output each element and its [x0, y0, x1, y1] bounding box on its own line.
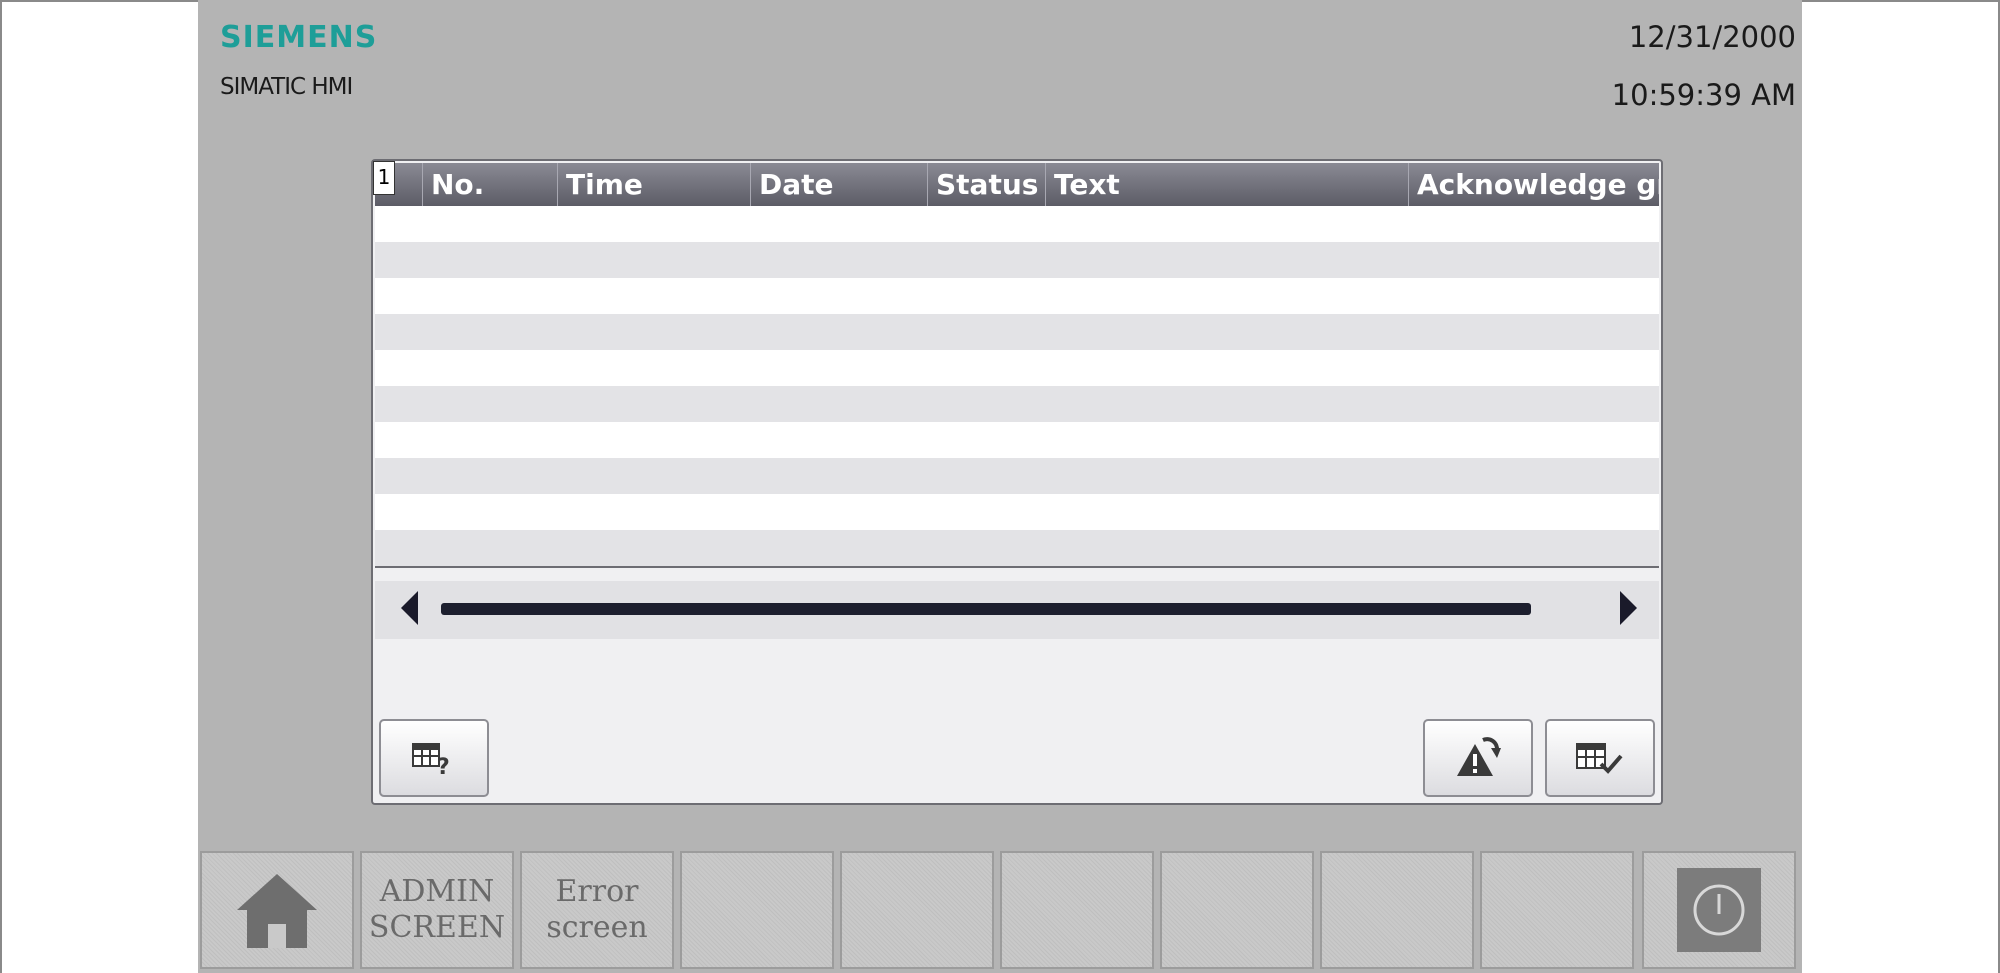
admin-screen-button[interactable]: ADMIN SCREEN	[360, 851, 514, 969]
scroll-left-arrow-icon[interactable]	[401, 591, 418, 625]
function-key-4[interactable]	[680, 851, 834, 969]
alarm-table-body[interactable]	[375, 206, 1659, 568]
info-text-button[interactable]: ?	[379, 719, 489, 797]
alarm-view[interactable]: 1 No. Time Date Status Text Acknowledge …	[371, 159, 1663, 805]
admin-screen-label: ADMIN SCREEN	[368, 874, 506, 945]
hmi-screen: SIEMENS SIMATIC HMI 12/31/2000 10:59:39 …	[198, 0, 1802, 973]
table-row[interactable]	[375, 422, 1659, 458]
table-row[interactable]	[375, 386, 1659, 422]
column-header-acknowledge-group[interactable]: Acknowledge gr	[1409, 163, 1659, 206]
home-icon	[237, 874, 317, 948]
siemens-logo: SIEMENS	[220, 20, 378, 55]
table-row[interactable]	[375, 278, 1659, 314]
function-key-9[interactable]	[1480, 851, 1634, 969]
view-index-badge: 1	[373, 161, 395, 195]
column-header-text[interactable]: Text	[1046, 163, 1409, 206]
function-key-6[interactable]	[1000, 851, 1154, 969]
function-key-bar: ADMIN SCREEN Error screen	[198, 848, 1802, 973]
table-question-icon: ?	[412, 743, 450, 778]
function-key-8[interactable]	[1320, 851, 1474, 969]
function-key-5[interactable]	[840, 851, 994, 969]
power-icon-box	[1677, 868, 1761, 952]
frame-border-left	[0, 0, 2, 973]
svg-text:?: ?	[437, 755, 450, 778]
product-name: SIMATIC HMI	[220, 74, 353, 100]
table-row[interactable]	[375, 494, 1659, 530]
table-row[interactable]	[375, 530, 1659, 566]
error-screen-label: Error screen	[546, 874, 648, 945]
alarm-table-header: No. Time Date Status Text Acknowledge gr	[375, 163, 1659, 206]
home-button[interactable]	[200, 851, 354, 969]
scroll-right-arrow-icon[interactable]	[1620, 591, 1637, 625]
column-header-date[interactable]: Date	[751, 163, 928, 206]
table-row[interactable]	[375, 350, 1659, 386]
scroll-thumb[interactable]	[441, 603, 1531, 615]
system-date: 12/31/2000	[1628, 20, 1796, 54]
system-time: 10:59:39 AM	[1611, 78, 1796, 112]
table-row[interactable]	[375, 314, 1659, 350]
table-row[interactable]	[375, 458, 1659, 494]
function-key-7[interactable]	[1160, 851, 1314, 969]
table-row[interactable]	[375, 242, 1659, 278]
warning-acknowledge-icon	[1457, 737, 1501, 776]
table-row[interactable]	[375, 206, 1659, 242]
loop-in-alarm-button[interactable]	[1545, 719, 1655, 797]
error-screen-button[interactable]: Error screen	[520, 851, 674, 969]
acknowledge-button[interactable]	[1423, 719, 1533, 797]
power-icon	[1693, 884, 1745, 936]
column-header-time[interactable]: Time	[558, 163, 751, 206]
power-button[interactable]	[1642, 851, 1796, 969]
table-check-icon	[1576, 743, 1623, 774]
column-header-status[interactable]: Status	[928, 163, 1046, 206]
column-header-number[interactable]: No.	[423, 163, 558, 206]
horizontal-scrollbar[interactable]	[375, 581, 1659, 636]
